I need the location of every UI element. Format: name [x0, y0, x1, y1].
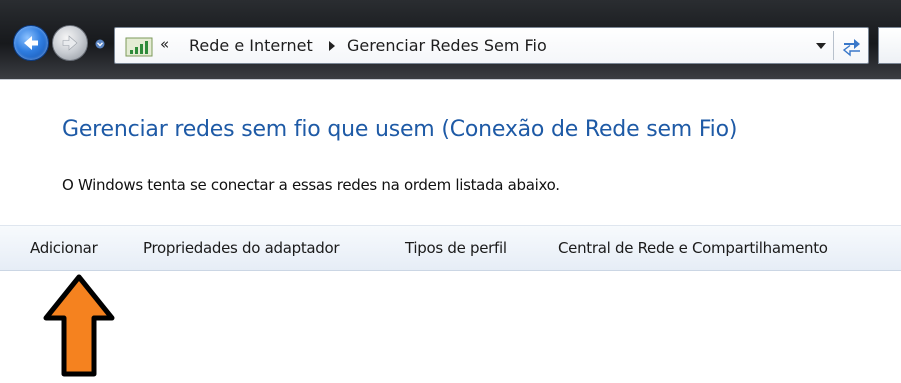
page-description: O Windows tenta se conectar a essas rede… — [62, 176, 560, 194]
dropdown-icon[interactable] — [815, 41, 827, 51]
network-sharing-center-button[interactable]: Central de Rede e Compartilhamento — [558, 239, 828, 257]
network-icon — [125, 37, 153, 57]
refresh-icon[interactable] — [840, 34, 864, 58]
command-bar: Adicionar Propriedades do adaptador Tipo… — [0, 225, 901, 271]
forward-button[interactable] — [52, 25, 88, 61]
breadcrumb-arrow-icon[interactable] — [327, 40, 337, 52]
add-button[interactable]: Adicionar — [30, 239, 98, 257]
orange-arrow-icon — [43, 274, 115, 377]
page-title: Gerenciar redes sem fio que usem (Conexã… — [62, 117, 738, 142]
chevron-down-icon — [95, 39, 105, 49]
recent-pages-dropdown[interactable] — [92, 37, 108, 51]
breadcrumb-overflow[interactable]: « — [160, 35, 169, 53]
window-titlebar: « Rede e Internet Gerenciar Redes Sem Fi… — [0, 0, 901, 80]
adapter-properties-button[interactable]: Propriedades do adaptador — [143, 239, 340, 257]
back-arrow-icon — [24, 36, 38, 50]
profile-types-button[interactable]: Tipos de perfil — [405, 239, 507, 257]
search-box-edge[interactable] — [878, 27, 901, 64]
address-divider — [833, 31, 834, 60]
breadcrumb-gerenciar-redes[interactable]: Gerenciar Redes Sem Fio — [347, 36, 547, 55]
breadcrumb-rede-internet[interactable]: Rede e Internet — [189, 36, 313, 55]
address-bar[interactable]: « Rede e Internet Gerenciar Redes Sem Fi… — [114, 27, 869, 64]
back-button[interactable] — [13, 25, 49, 61]
forward-arrow-icon — [62, 35, 78, 51]
